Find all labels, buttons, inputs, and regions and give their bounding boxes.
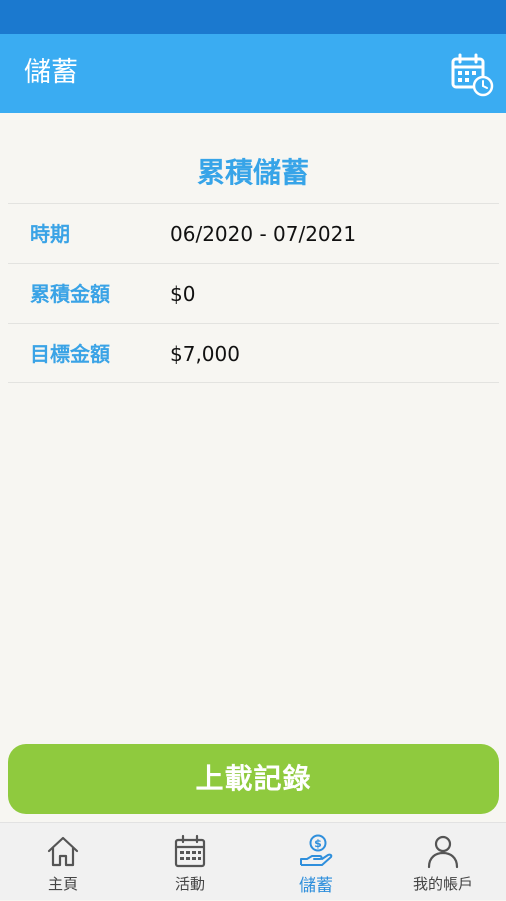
- user-icon: [427, 835, 459, 869]
- info-row-period: 時期 06/2020 - 07/2021: [8, 203, 499, 263]
- savings-info-table: 時期 06/2020 - 07/2021 累積金額 $0 目標金額 $7,000: [8, 203, 499, 383]
- section-title: 累積儲蓄: [196, 156, 309, 189]
- nav-label-activities: 活動: [174, 875, 205, 893]
- status-bar: [0, 0, 506, 34]
- calendar-icon: [174, 834, 206, 868]
- accumulated-amount-value: $0: [170, 282, 196, 306]
- nav-item-home[interactable]: 主頁: [0, 823, 126, 901]
- svg-text:$: $: [314, 837, 322, 850]
- savings-content: 累積儲蓄 時期 06/2020 - 07/2021 累積金額 $0 目標金額 $…: [0, 113, 506, 740]
- nav-item-activities[interactable]: 活動: [127, 823, 253, 901]
- period-label: 時期: [30, 222, 70, 246]
- nav-label-my-account: 我的帳戶: [412, 875, 473, 893]
- nav-item-savings[interactable]: $ 儲蓄: [253, 823, 379, 901]
- page-title: 儲蓄: [24, 57, 78, 88]
- info-row-accumulated: 累積金額 $0: [8, 263, 499, 323]
- period-value: 06/2020 - 07/2021: [170, 222, 357, 246]
- target-amount-label: 目標金額: [30, 342, 110, 366]
- target-amount-value: $7,000: [170, 342, 240, 366]
- home-icon: [47, 836, 79, 867]
- bottom-nav: 主頁 活動 $ 儲蓄 我的帳戶: [0, 822, 506, 900]
- info-row-target: 目標金額 $7,000: [8, 323, 499, 383]
- nav-label-savings: 儲蓄: [299, 876, 333, 896]
- nav-label-home: 主頁: [47, 875, 78, 893]
- calendar-clock-icon[interactable]: [448, 52, 496, 100]
- upload-record-button[interactable]: 上載記錄: [8, 744, 499, 814]
- nav-item-my-account[interactable]: 我的帳戶: [380, 823, 506, 901]
- savings-hand-dollar-icon: $: [300, 834, 333, 866]
- app-bar: 儲蓄: [0, 34, 506, 113]
- accumulated-amount-label: 累積金額: [30, 282, 110, 306]
